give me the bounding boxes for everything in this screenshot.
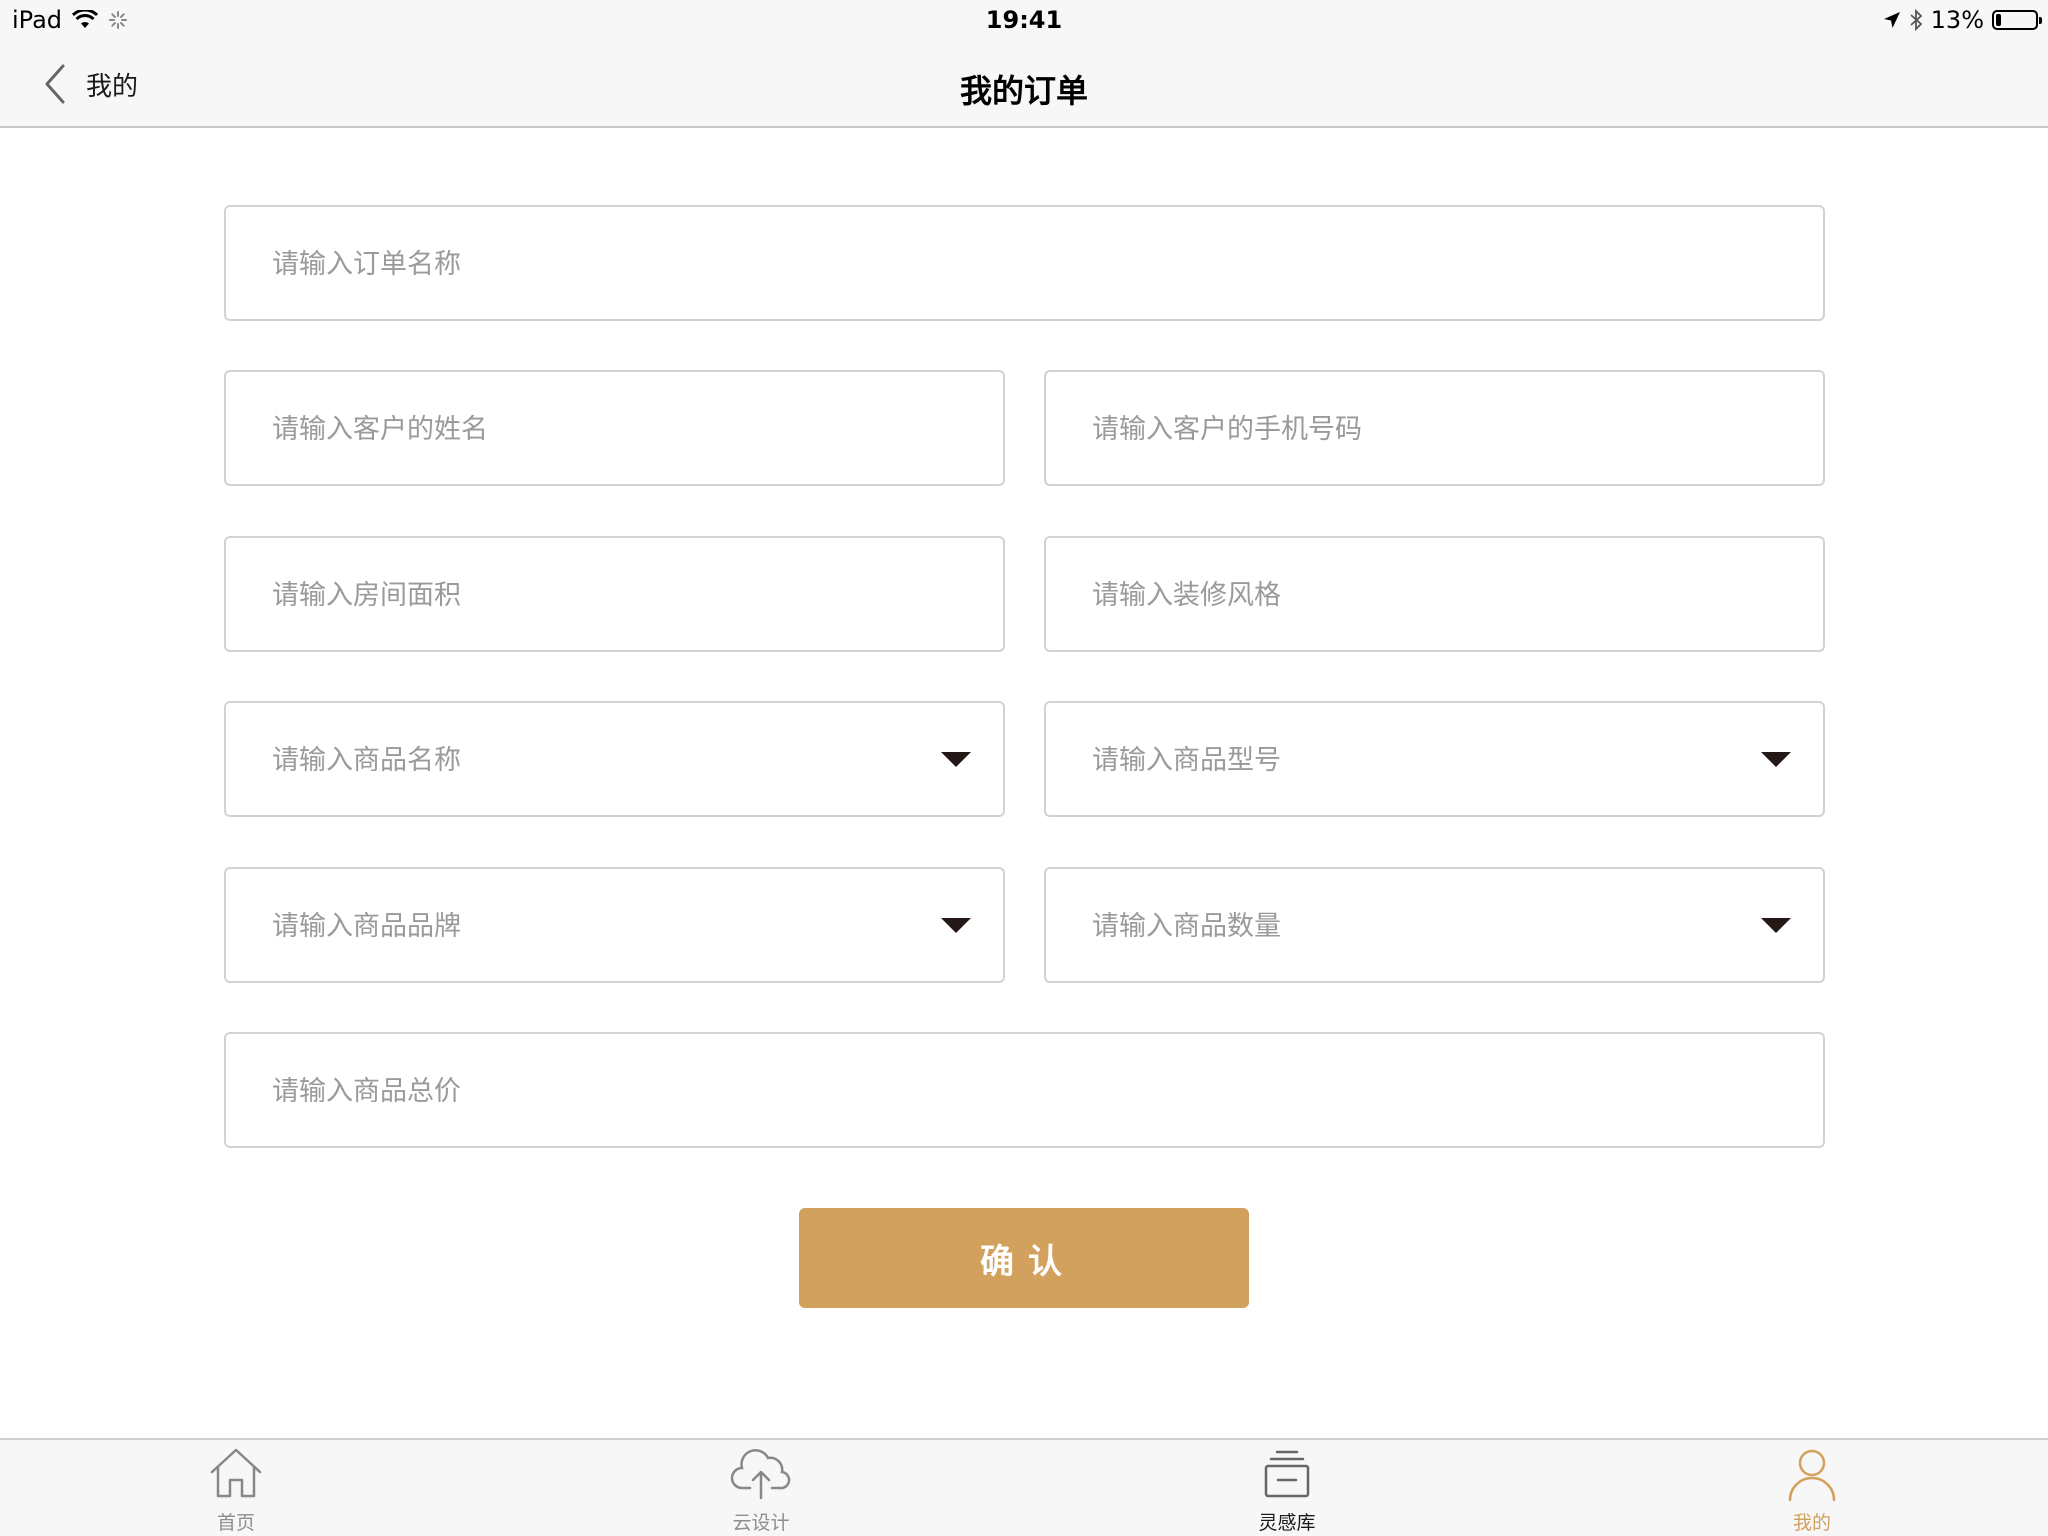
decor-style-field[interactable] — [1044, 536, 1825, 652]
product-name-select[interactable] — [224, 701, 1005, 817]
decor-style-input[interactable] — [1090, 538, 1731, 652]
battery-percent: 13% — [1930, 6, 1984, 34]
order-name-input[interactable] — [270, 207, 1731, 321]
customer-phone-input[interactable] — [1090, 372, 1731, 486]
battery-icon — [1992, 10, 2042, 30]
status-bar: iPad 19:41 13% — [0, 0, 2048, 40]
tab-inspiration-label: 灵感库 — [1258, 1512, 1316, 1534]
tab-mine-label: 我的 — [1792, 1512, 1831, 1534]
cloud-upload-icon — [730, 1449, 791, 1500]
product-model-input[interactable] — [1090, 703, 1731, 817]
product-total-input[interactable] — [270, 1034, 1731, 1148]
product-brand-dropdown-icon[interactable] — [941, 918, 971, 933]
battery-nub — [2039, 17, 2042, 24]
location-arrow-icon — [1883, 12, 1900, 28]
archive-box-icon — [1264, 1450, 1310, 1498]
customer-phone-field[interactable] — [1044, 370, 1825, 486]
product-quantity-dropdown-icon[interactable] — [1761, 918, 1791, 933]
bluetooth-icon — [1910, 9, 1922, 31]
room-area-field[interactable] — [224, 536, 1005, 652]
tab-cloud-design-label: 云设计 — [732, 1512, 790, 1534]
tab-home-label: 首页 — [216, 1512, 255, 1534]
home-icon — [210, 1448, 262, 1498]
room-area-input[interactable] — [270, 538, 911, 652]
status-time: 19:41 — [985, 6, 1063, 34]
confirm-button[interactable]: 确认 — [799, 1208, 1249, 1308]
tab-bar: 首页 云设计 灵感库 我的 — [0, 1438, 2048, 1536]
product-quantity-input[interactable] — [1090, 869, 1731, 983]
tab-cloud-design[interactable]: 云设计 — [681, 1440, 841, 1536]
product-name-dropdown-icon[interactable] — [941, 752, 971, 767]
user-icon — [1788, 1449, 1836, 1502]
customer-name-field[interactable] — [224, 370, 1005, 486]
order-name-field[interactable] — [224, 205, 1825, 321]
product-name-input[interactable] — [270, 703, 911, 817]
product-model-dropdown-icon[interactable] — [1761, 752, 1791, 767]
status-right: 13% — [1883, 6, 2042, 34]
customer-name-input[interactable] — [270, 372, 911, 486]
tab-mine[interactable]: 我的 — [1732, 1440, 1892, 1536]
page-title: 我的订单 — [959, 72, 1088, 110]
navigation-bar: 我的 我的订单 — [0, 40, 2048, 128]
product-model-select[interactable] — [1044, 701, 1825, 817]
tab-inspiration[interactable]: 灵感库 — [1207, 1440, 1367, 1536]
product-brand-input[interactable] — [270, 869, 911, 983]
product-total-field[interactable] — [224, 1032, 1825, 1148]
product-brand-select[interactable] — [224, 867, 1005, 983]
battery-fill — [1996, 14, 2001, 26]
tab-home[interactable]: 首页 — [156, 1440, 316, 1536]
product-quantity-select[interactable] — [1044, 867, 1825, 983]
